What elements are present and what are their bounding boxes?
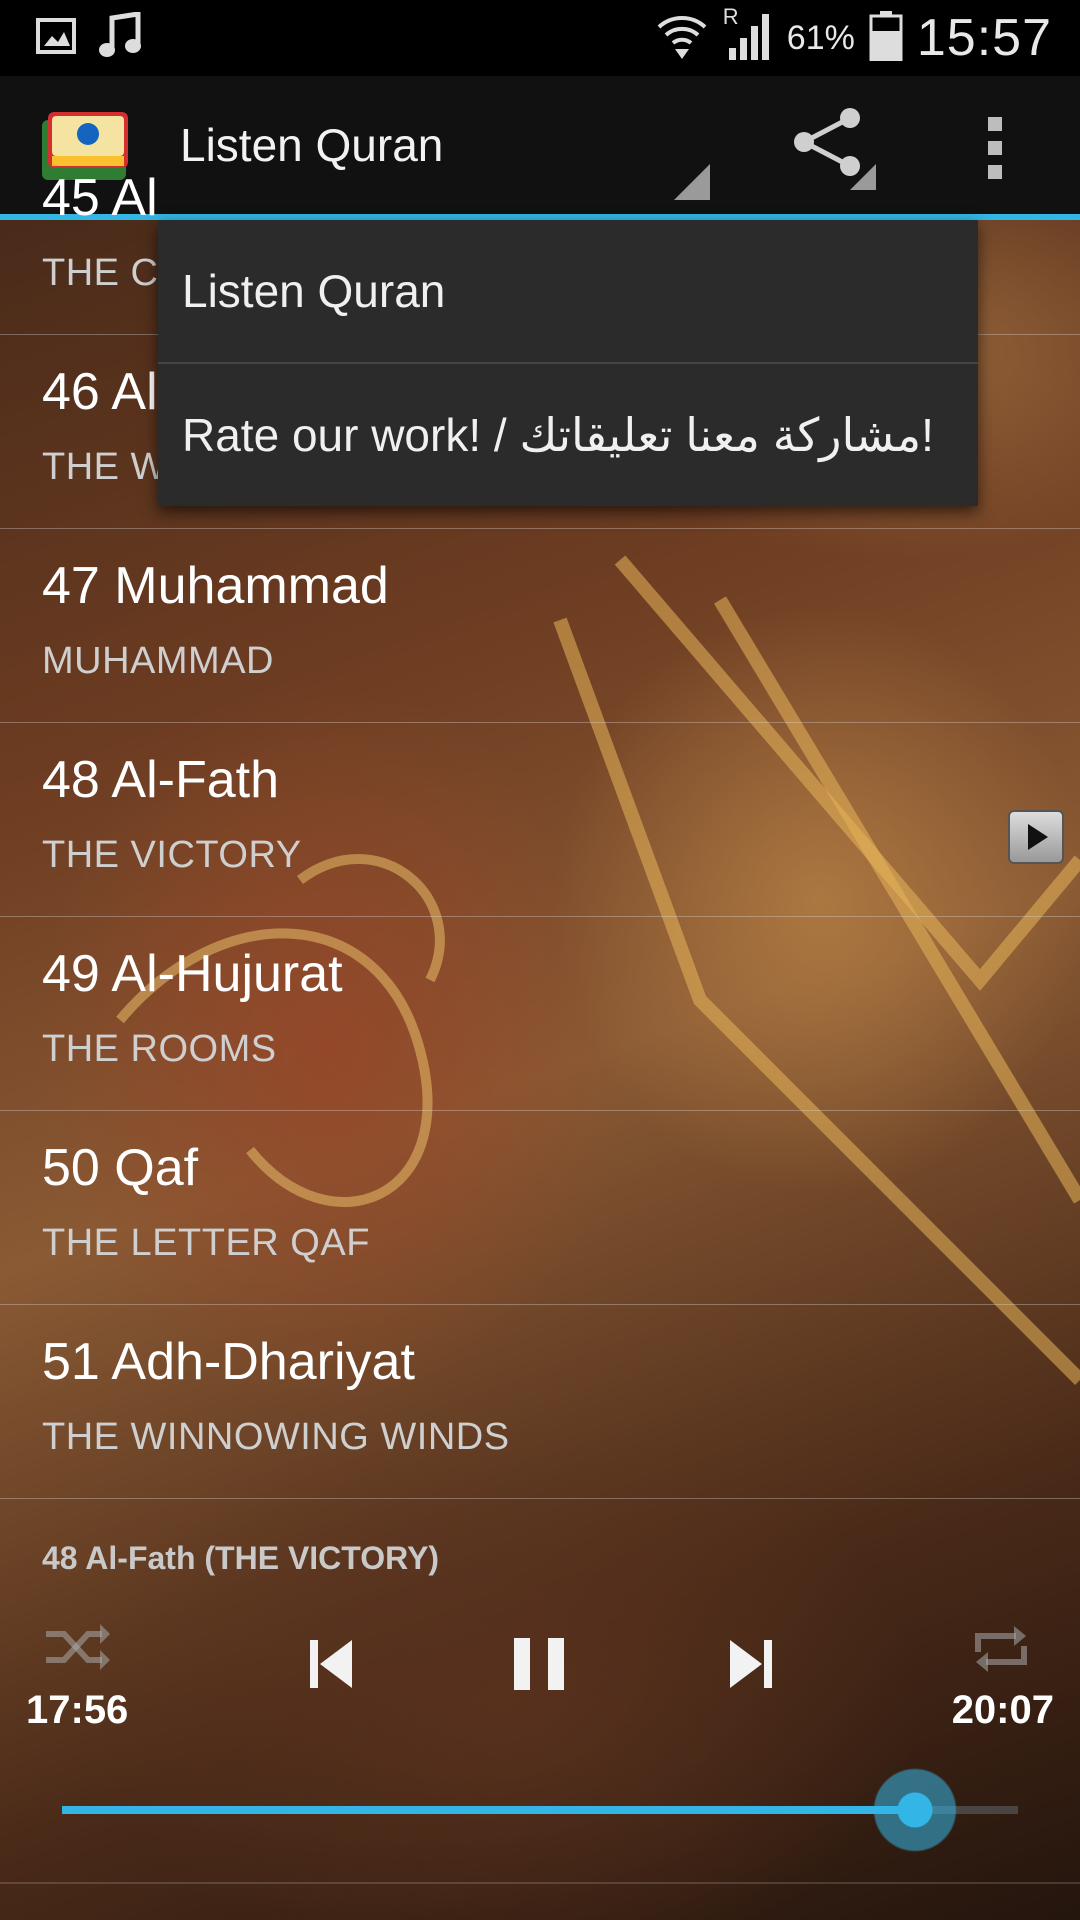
repeat-button[interactable] — [970, 1622, 1032, 1681]
music-note-icon — [98, 10, 142, 65]
previous-button[interactable] — [308, 1636, 356, 1697]
surah-subtitle: THE C — [42, 252, 159, 294]
next-button[interactable] — [726, 1636, 774, 1697]
total-duration: 20:07 — [951, 1688, 1054, 1732]
status-clock: 15:57 — [916, 9, 1052, 67]
elapsed-time: 17:56 — [26, 1688, 129, 1732]
pause-icon — [514, 1638, 564, 1690]
pause-button[interactable] — [512, 1634, 568, 1699]
dropdown-item-label: Rate our work! / مشاركة معنا تعليقاتك! — [182, 409, 934, 461]
surah-subtitle: THE LETTER QAF — [42, 1222, 370, 1264]
spinner-dropdown: Listen Quran Rate our work! / مشاركة معن… — [158, 220, 978, 506]
dropdown-item-rate[interactable]: Rate our work! / مشاركة معنا تعليقاتك! — [158, 364, 978, 506]
play-icon[interactable] — [1008, 810, 1064, 864]
list-item[interactable]: 48 Al-Fath THE VICTORY — [0, 722, 1080, 917]
battery-icon — [869, 10, 903, 66]
list-item[interactable]: 49 Al-Hujurat THE ROOMS — [0, 916, 1080, 1111]
surah-title: 50 Qaf — [42, 1139, 199, 1197]
repeat-icon — [975, 1626, 1027, 1672]
roaming-indicator: R — [722, 3, 739, 29]
bottom-divider — [0, 1882, 1080, 1884]
overflow-dot — [988, 117, 1002, 131]
surah-subtitle: MUHAMMAD — [42, 640, 274, 682]
seek-bar[interactable] — [62, 1768, 1018, 1852]
surah-title: 49 Al-Hujurat — [42, 945, 343, 1003]
seek-progress — [62, 1806, 915, 1814]
surah-title: 48 Al-Fath — [42, 751, 280, 809]
image-icon — [36, 16, 76, 61]
shuffle-icon — [46, 1624, 110, 1670]
surah-subtitle: THE WINNOWING WINDS — [42, 1416, 510, 1458]
list-item[interactable]: 51 Adh-Dhariyat THE WINNOWING WINDS — [0, 1304, 1080, 1499]
now-playing-title: 48 Al-Fath (THE VICTORY) — [42, 1540, 440, 1576]
surah-title: 46 Al — [42, 363, 158, 421]
battery-percent: 61% — [786, 18, 855, 57]
list-item[interactable]: 50 Qaf THE LETTER QAF — [0, 1110, 1080, 1305]
surah-subtitle: THE ROOMS — [42, 1028, 277, 1070]
surah-subtitle: THE W — [42, 446, 167, 488]
dropdown-item-listen-quran[interactable]: Listen Quran — [158, 220, 978, 364]
dropdown-item-label: Listen Quran — [182, 265, 446, 317]
surah-title: 51 Adh-Dhariyat — [42, 1333, 415, 1391]
signal-icon: R — [723, 4, 773, 67]
surah-title: 47 Muhammad — [42, 557, 389, 615]
seek-thumb[interactable] — [872, 1768, 957, 1852]
status-bar: R 61% 15:57 — [0, 0, 1080, 76]
list-item[interactable]: 47 Muhammad MUHAMMAD — [0, 528, 1080, 723]
previous-icon — [310, 1640, 352, 1688]
next-icon — [730, 1640, 772, 1688]
wifi-icon — [655, 9, 709, 68]
surah-title: 45 Al — [42, 169, 158, 227]
surah-subtitle: THE VICTORY — [42, 834, 302, 876]
shuffle-button[interactable] — [42, 1622, 112, 1677]
